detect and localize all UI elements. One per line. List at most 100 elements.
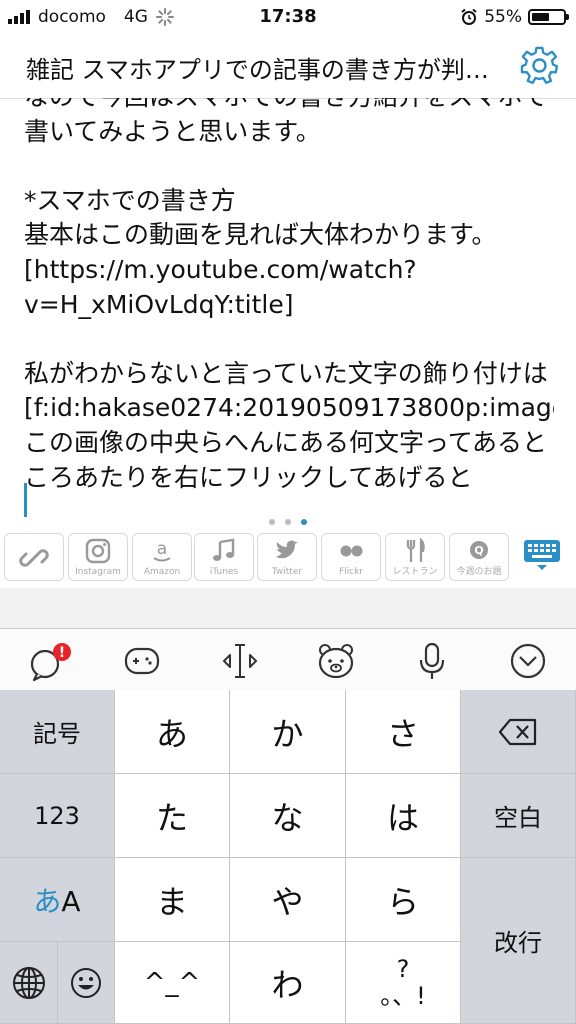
globe-key[interactable] xyxy=(0,942,58,1024)
globe-icon xyxy=(12,966,45,999)
kana-key[interactable]: ? 。、! xyxy=(346,942,461,1024)
editor-line: 基本はこの動画を見れば大体わかります。 xyxy=(24,220,497,250)
music-icon xyxy=(213,538,235,561)
kana-key[interactable]: や xyxy=(230,858,346,942)
mic-icon[interactable] xyxy=(412,641,452,681)
editor-line xyxy=(24,322,554,357)
notification-badge: ! xyxy=(59,645,65,661)
page-dot xyxy=(269,519,275,525)
editor-header: 雑記 スマホアプリでの記事の書き方が判… xyxy=(0,34,576,99)
amazon-button[interactable]: a Amazon xyxy=(132,533,192,581)
article-title[interactable]: 雑記 スマホアプリでの記事の書き方が判… xyxy=(26,50,496,85)
flickr-label: Flickr xyxy=(338,567,364,577)
instagram-label: Instagram xyxy=(75,567,121,577)
svg-text:Q: Q xyxy=(474,544,483,557)
kana-key-label: さ xyxy=(386,714,419,753)
editor-text[interactable]: なので今回はスマホでの書き方紹介をスマホで書いてみようと思います。 *スマホでの… xyxy=(24,98,554,495)
restaurant-icon xyxy=(406,538,425,562)
page-dot-active xyxy=(301,519,307,525)
kana-key[interactable]: さ xyxy=(346,690,461,774)
editor-line: 私がわからないと言っていた文字の飾り付けは xyxy=(24,358,548,388)
kana-key[interactable]: た xyxy=(115,774,230,858)
instagram-icon xyxy=(85,538,111,564)
instagram-button[interactable]: Instagram xyxy=(68,533,128,581)
amazon-icon: a xyxy=(153,539,171,562)
editor-line: [https://m.youtube.com/watch? xyxy=(24,254,417,284)
kana-alpha-label: あA xyxy=(33,884,81,918)
twitter-label: Twitter xyxy=(271,567,303,577)
itunes-button[interactable]: iTunes xyxy=(194,533,254,581)
kana-key-label: た xyxy=(155,798,188,837)
kana-key-label: ^_^ xyxy=(143,967,201,998)
editor-body[interactable]: なので今回はスマホでの書き方紹介をスマホで書いてみようと思います。 *スマホでの… xyxy=(24,98,554,518)
twitter-button[interactable]: Twitter xyxy=(257,533,317,581)
emoji-pad-icon[interactable] xyxy=(122,641,162,681)
space-key-label: 空白 xyxy=(494,804,542,832)
collapse-icon[interactable] xyxy=(508,641,548,681)
number-key-label: 123 xyxy=(34,801,80,830)
kana-key-label: ? 。、! xyxy=(380,955,426,1010)
kana-key[interactable]: あ xyxy=(115,690,230,774)
emoji-icon xyxy=(71,967,101,998)
kana-key[interactable]: わ xyxy=(230,942,346,1024)
itunes-label: iTunes xyxy=(209,567,239,577)
symbol-key[interactable]: 記号 xyxy=(0,690,115,774)
kana-key[interactable]: か xyxy=(230,690,346,774)
flickr-icon xyxy=(340,545,363,557)
bear-icon[interactable] xyxy=(316,641,356,681)
restaurant-label: レストラン xyxy=(392,567,438,577)
gear-icon[interactable] xyxy=(520,46,560,86)
kana-key-label: わ xyxy=(271,965,304,1004)
cursor-icon[interactable] xyxy=(220,641,260,681)
link-icon xyxy=(19,549,49,567)
chat-icon[interactable]: ! xyxy=(28,641,71,682)
kana-key-label: ま xyxy=(155,882,188,921)
status-right: 55% xyxy=(460,7,569,27)
backspace-icon xyxy=(498,718,537,745)
kana-key[interactable]: は xyxy=(346,774,461,858)
weekly-theme-label: 今週のお題 xyxy=(456,567,502,577)
return-key[interactable]: 改行 xyxy=(461,858,576,1024)
editor-line: [f:id:hakase0274:20190509173800p:image] xyxy=(24,393,554,423)
kana-key-label: ら xyxy=(386,882,419,921)
editor-line: *スマホでの書き方 xyxy=(24,185,236,215)
kana-key[interactable]: ら xyxy=(346,858,461,942)
editor-line xyxy=(24,149,554,184)
battery-percent: 55% xyxy=(484,7,522,27)
flickr-button[interactable]: Flickr xyxy=(321,533,381,581)
kana-key-label: は xyxy=(386,798,419,837)
kana-key-label: や xyxy=(271,882,304,921)
battery-icon xyxy=(528,9,569,25)
amazon-label: Amazon xyxy=(143,567,181,577)
number-key[interactable]: 123 xyxy=(0,774,115,858)
kana-key-label: な xyxy=(271,798,304,837)
page-dot xyxy=(285,519,291,525)
link-button[interactable] xyxy=(4,533,64,581)
keyboard-icon[interactable] xyxy=(520,534,564,574)
emoji-key[interactable] xyxy=(58,942,115,1024)
editor-line: この画像の中央らへんにある何文字ってあると xyxy=(24,427,548,457)
space-key[interactable]: 空白 xyxy=(461,774,576,858)
symbol-key-label: 記号 xyxy=(33,720,81,748)
svg-text:a: a xyxy=(157,539,167,559)
return-key-label: 改行 xyxy=(494,929,542,957)
kana-key[interactable]: な xyxy=(230,774,346,858)
kana-alpha-key[interactable]: あA xyxy=(0,858,115,942)
keyboard-toolbar: ! xyxy=(0,628,576,691)
twitter-icon xyxy=(276,540,298,559)
backspace-key[interactable] xyxy=(461,690,576,774)
restaurant-button[interactable]: レストラン xyxy=(385,533,445,581)
status-bar: docomo 4G 17:38 55% xyxy=(0,0,576,34)
weekly-theme-button[interactable]: Q 今週のお題 xyxy=(449,533,509,581)
editor-line: ころあたりを右にフリックしてあげると xyxy=(24,462,473,492)
kana-key[interactable]: ま xyxy=(115,858,230,942)
kana-key[interactable]: ^_^ xyxy=(115,942,230,1024)
editor-line: 書いてみようと思います。 xyxy=(24,116,321,146)
editor-line: なので今回はスマホでの書き方紹介をスマホで xyxy=(24,98,554,115)
editor-line: v=H_xMiOvLdqY:title] xyxy=(24,289,294,319)
alarm-icon xyxy=(461,8,477,25)
suggestion-bar xyxy=(0,588,576,628)
insert-toolbar: Instagram a Amazon iTunes Twitter Flickr xyxy=(0,528,576,588)
keyboard: 記号 123 あA あ か さた な はま や ら ^_^ わ ? 。、! 空白 改行 xyxy=(0,690,576,1024)
page-indicator xyxy=(0,519,576,525)
